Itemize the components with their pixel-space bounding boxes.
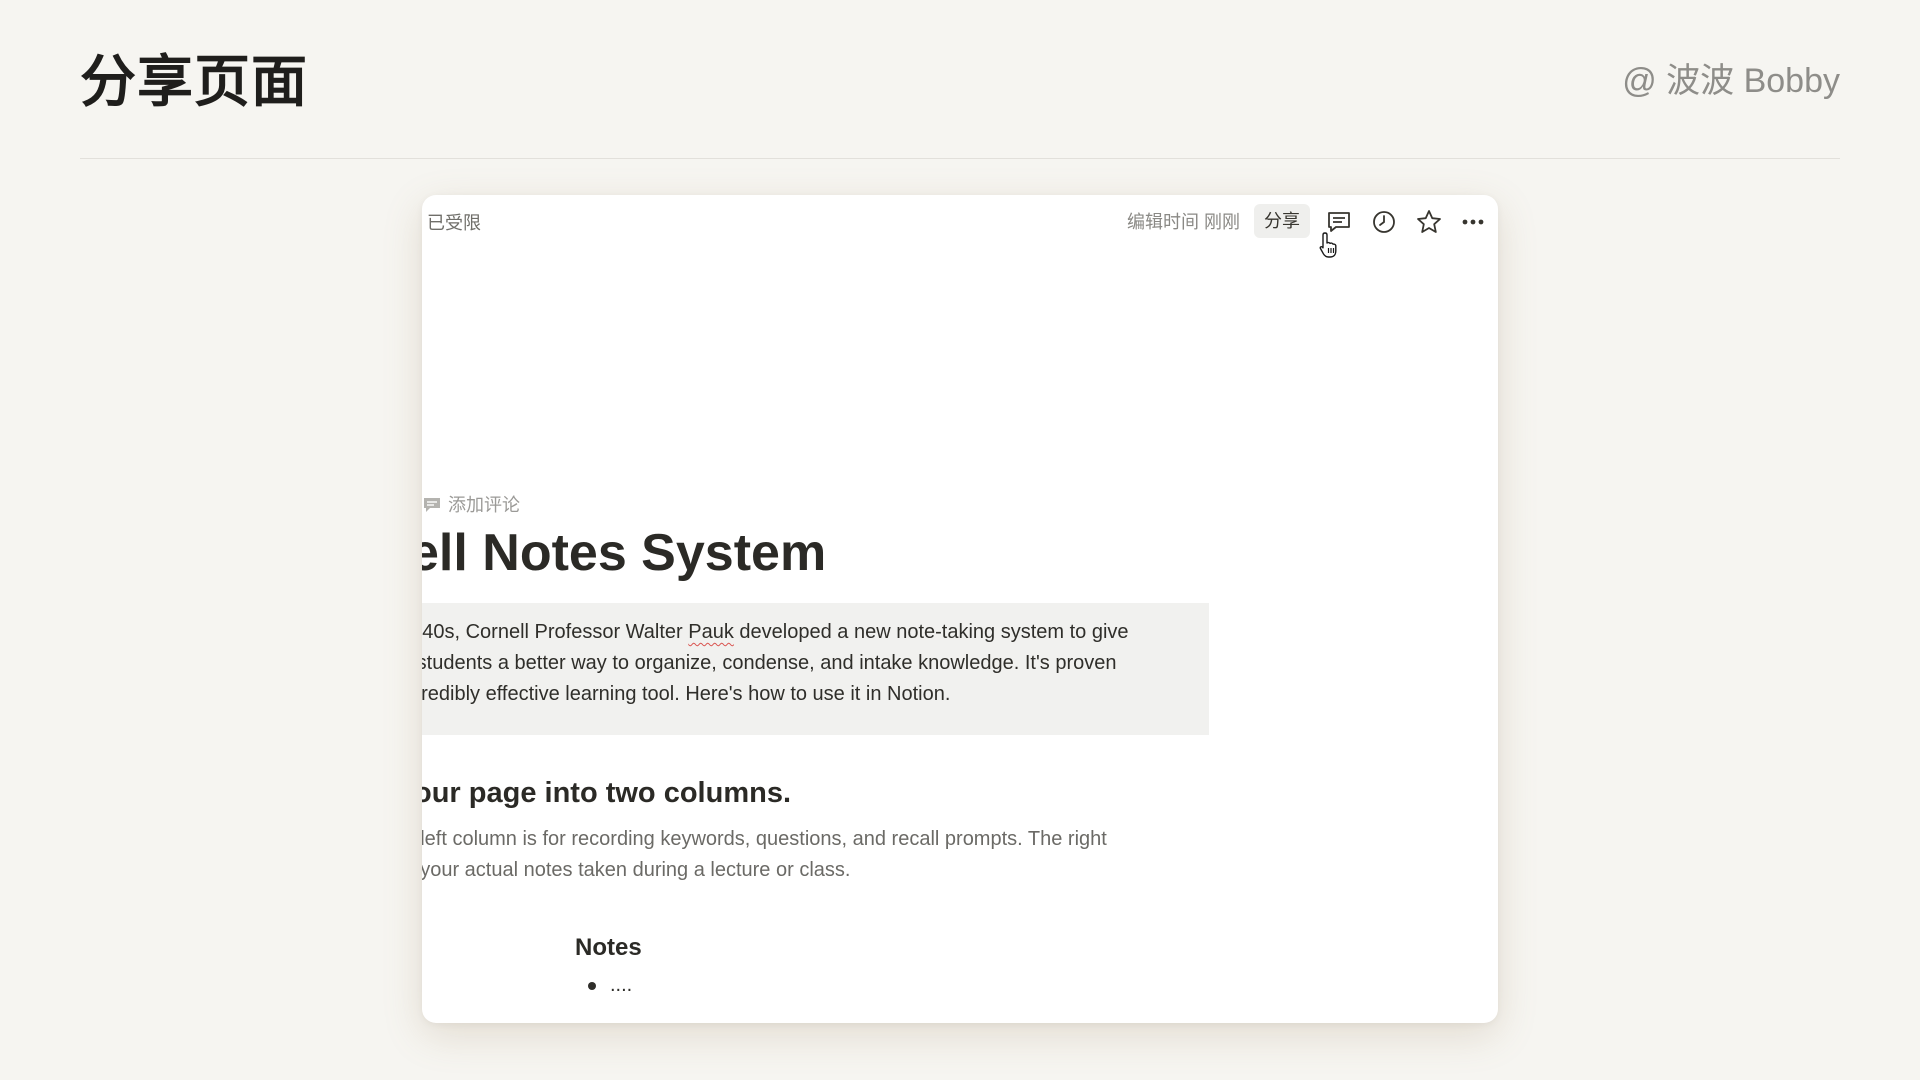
comment-small-icon	[424, 498, 440, 512]
misspelled-word: Pauk	[688, 621, 734, 643]
description-line-1: r left column is for recording keywords,…	[422, 828, 1107, 850]
slide-title: 分享页面	[80, 50, 308, 113]
page-title[interactable]: ell Notes System	[422, 517, 826, 589]
add-comment-label: 添加评论	[448, 495, 520, 515]
header-divider	[80, 158, 1840, 159]
notes-heading[interactable]: Notes	[575, 931, 642, 965]
section-heading[interactable]: our page into two columns.	[422, 773, 791, 813]
callout-line-1-pre: 1940s, Cornell Professor Walter	[422, 621, 689, 643]
author-credit: @ 波波 Bobby	[1622, 62, 1840, 100]
callout-line-3: ncredibly effective learning tool. Here'…	[422, 683, 951, 705]
callout-block[interactable]: 1940s, Cornell Professor Walter Pauk dev…	[422, 603, 1209, 735]
page-content: 添加评论 ell Notes System 1940s, Cornell Pro…	[422, 195, 1498, 1023]
callout-text: 1940s, Cornell Professor Walter Pauk dev…	[422, 617, 1200, 710]
list-item[interactable]: ....	[588, 970, 632, 1000]
notes-list: ....	[588, 970, 632, 1000]
callout-line-1-post: developed a new note-taking system to gi…	[733, 621, 1129, 643]
callout-line-1: 1940s, Cornell Professor Walter Pauk dev…	[422, 617, 1200, 648]
section-description: r left column is for recording keywords,…	[422, 824, 1107, 886]
add-comment-button[interactable]: 添加评论	[422, 492, 520, 518]
notion-window: 已受限 编辑时间 刚刚 分享 添加评论 ell Notes System 194…	[422, 195, 1498, 1023]
callout-line-2: e students a better way to organize, con…	[422, 652, 1117, 674]
description-line-2: r your actual notes taken during a lectu…	[422, 859, 851, 881]
